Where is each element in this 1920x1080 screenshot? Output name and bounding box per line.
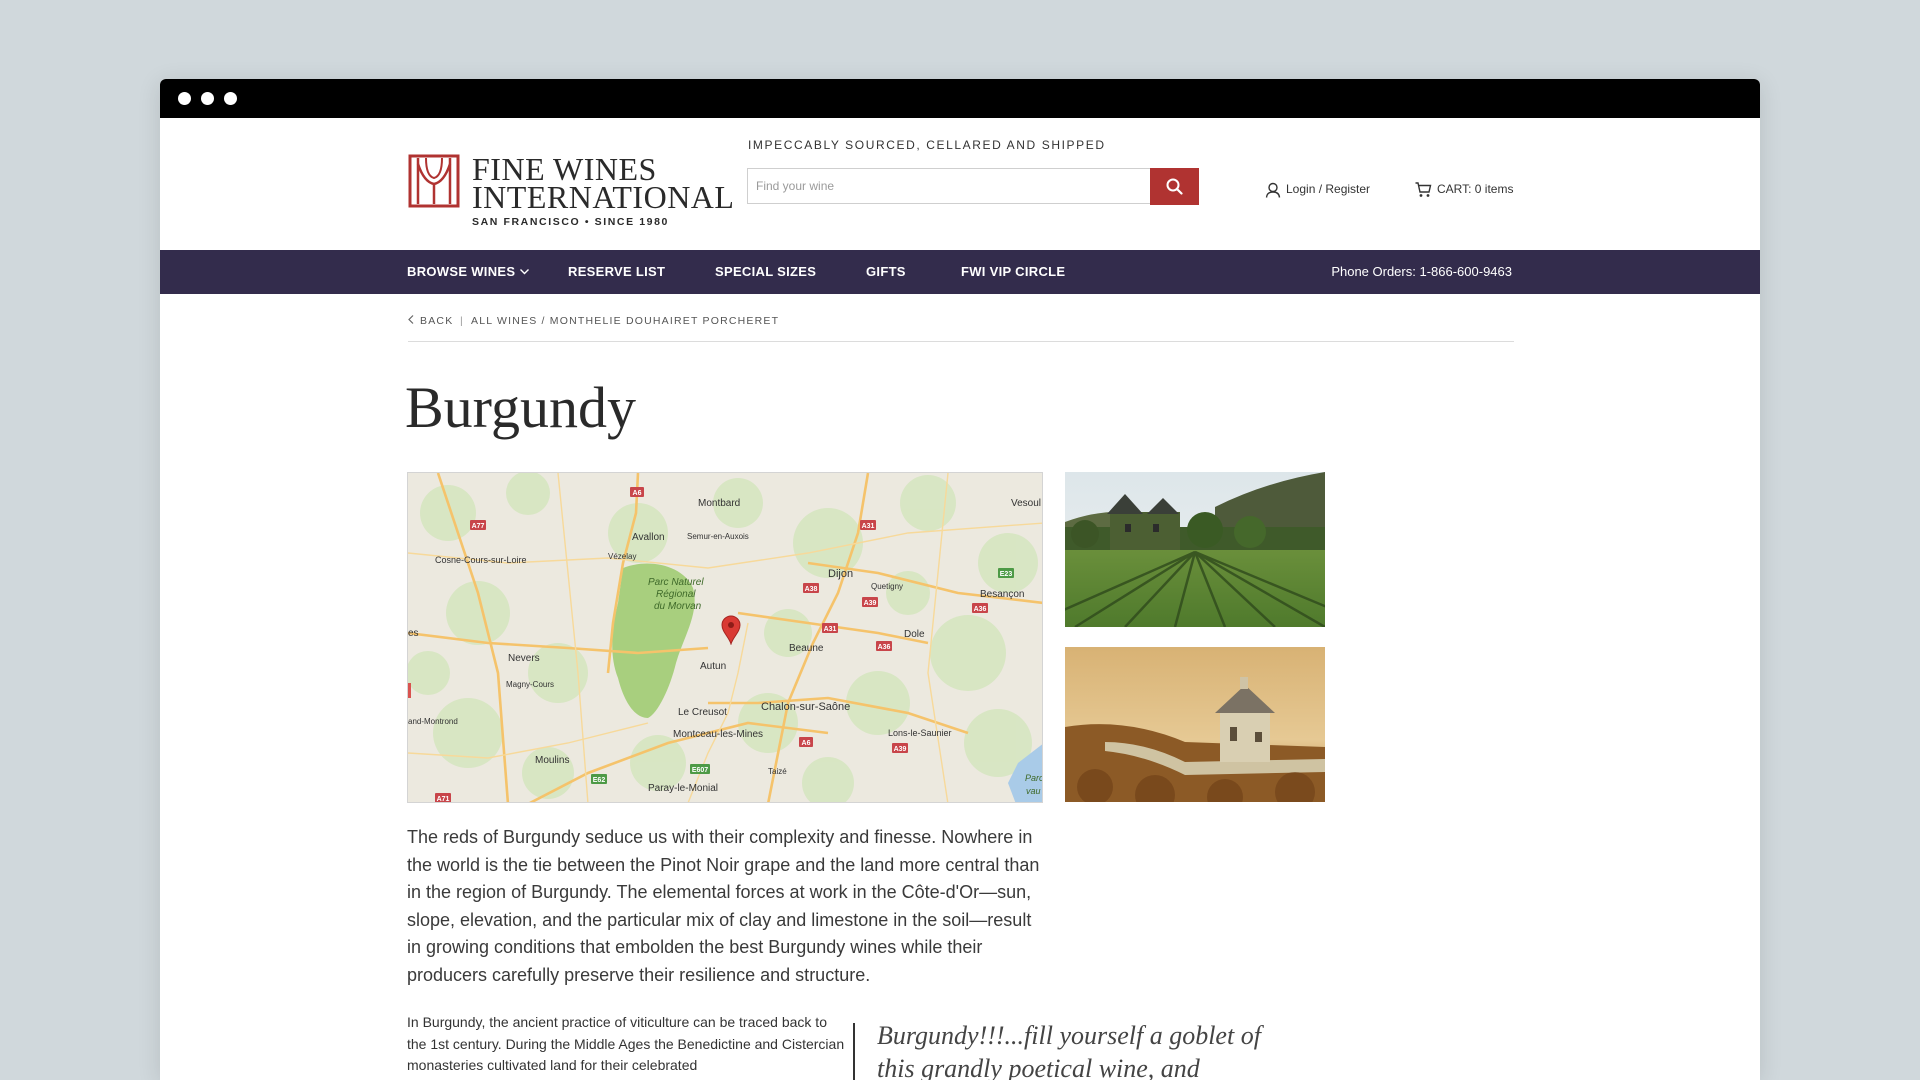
svg-text:du Morvan: du Morvan <box>654 601 702 612</box>
map-marker-icon[interactable] <box>721 615 741 645</box>
breadcrumb-separator: | <box>460 315 464 327</box>
nav-reserve-list[interactable]: RESERVE LIST <box>568 250 665 294</box>
svg-text:Autun: Autun <box>700 661 726 672</box>
window-maximize-dot[interactable] <box>224 92 237 105</box>
history-paragraph: In Burgundy, the ancient practice of vit… <box>407 1014 845 1073</box>
cart-label: CART: 0 items <box>1437 182 1514 196</box>
breadcrumb: BACK | ALL WINES / MONTHELIE DOUHAIRET P… <box>408 315 1514 342</box>
search-input[interactable] <box>747 168 1151 204</box>
svg-text:A6: A6 <box>802 740 811 747</box>
svg-text:Moulins: Moulins <box>535 755 569 766</box>
nav-browse-wines[interactable]: BROWSE WINES <box>407 250 530 294</box>
svg-text:Vesoul: Vesoul <box>1011 498 1041 509</box>
breadcrumb-back-label: BACK <box>420 315 454 327</box>
svg-text:A77: A77 <box>472 523 485 530</box>
window-minimize-dot[interactable] <box>201 92 214 105</box>
svg-text:Nevers: Nevers <box>508 653 540 664</box>
svg-text:A39: A39 <box>864 600 877 607</box>
svg-text:vau: vau <box>1026 786 1041 796</box>
svg-text:A38: A38 <box>805 586 818 593</box>
search-button[interactable] <box>1150 168 1199 205</box>
quote-rule <box>853 1023 855 1080</box>
logo-mark-icon <box>408 154 460 208</box>
region-map[interactable]: A6 A77 A31 E23 A38 A39 A36 A31 A36 A6 A3… <box>407 472 1043 803</box>
svg-text:Montceau-les-Mines: Montceau-les-Mines <box>673 729 763 740</box>
svg-text:es: es <box>408 628 419 639</box>
main-nav: BROWSE WINES RESERVE LIST SPECIAL SIZES … <box>160 250 1760 294</box>
svg-text:E23: E23 <box>1000 571 1013 578</box>
svg-text:Régional: Régional <box>656 589 696 600</box>
login-register-label: Login / Register <box>1286 182 1371 196</box>
chevron-left-icon <box>408 315 414 324</box>
svg-text:Besançon: Besançon <box>980 589 1024 600</box>
browser-titlebar <box>160 79 1760 118</box>
svg-text:A39: A39 <box>894 746 907 753</box>
browser-window: FINE WINES INTERNATIONAL SAN FRANCISCO •… <box>160 79 1760 1080</box>
svg-text:Taizé: Taizé <box>768 767 787 776</box>
svg-text:Parc: Parc <box>1025 773 1043 783</box>
pull-quote: Burgundy!!!...fill yourself a goblet of … <box>877 1021 1261 1080</box>
svg-text:A31: A31 <box>824 626 837 633</box>
svg-text:Dijon: Dijon <box>828 568 853 580</box>
svg-text:Semur-en-Auxois: Semur-en-Auxois <box>687 532 749 541</box>
breadcrumb-back[interactable]: BACK <box>408 315 453 327</box>
svg-text:A6: A6 <box>633 490 642 497</box>
cart-icon <box>1415 182 1432 197</box>
site-logo[interactable]: FINE WINES INTERNATIONAL SAN FRANCISCO •… <box>408 153 734 228</box>
logo-text-line2: INTERNATIONAL <box>472 179 735 215</box>
svg-text:A36: A36 <box>878 644 891 651</box>
window-close-dot[interactable] <box>178 92 191 105</box>
nav-browse-wines-label: BROWSE WINES <box>407 264 516 279</box>
svg-text:and-Montrond: and-Montrond <box>408 717 458 726</box>
phone-orders: Phone Orders: 1-866-600-9463 <box>1331 264 1512 279</box>
svg-text:Beaune: Beaune <box>789 643 824 654</box>
user-icon <box>1265 182 1281 198</box>
svg-text:Vézelay: Vézelay <box>608 552 636 561</box>
svg-text:Le Creusot: Le Creusot <box>678 707 727 718</box>
page-title: Burgundy <box>405 375 636 440</box>
svg-text:A36: A36 <box>974 606 987 613</box>
svg-text:Avallon: Avallon <box>632 532 665 543</box>
svg-text:A31: A31 <box>862 523 875 530</box>
chevron-down-icon <box>520 269 530 275</box>
chateau-vineyard-image <box>1065 472 1325 627</box>
nav-fwi-vip-circle[interactable]: FWI VIP CIRCLE <box>961 250 1065 294</box>
logo-subline: SAN FRANCISCO • SINCE 1980 <box>472 216 669 228</box>
svg-text:Paray-le-Monial: Paray-le-Monial <box>648 783 718 794</box>
svg-text:Parc Naturel: Parc Naturel <box>648 577 704 588</box>
svg-text:Lons-le-Saunier: Lons-le-Saunier <box>888 728 952 738</box>
breadcrumb-path[interactable]: ALL WINES / MONTHELIE DOUHAIRET PORCHERE… <box>471 315 779 327</box>
svg-text:Montbard: Montbard <box>698 498 740 509</box>
svg-text:E607: E607 <box>692 767 708 774</box>
search-icon <box>1166 178 1183 195</box>
nav-special-sizes[interactable]: SPECIAL SIZES <box>715 250 816 294</box>
svg-text:Cosne-Cours-sur-Loire: Cosne-Cours-sur-Loire <box>435 555 527 565</box>
intro-paragraph: The reds of Burgundy seduce us with thei… <box>407 827 1040 985</box>
svg-text:Quetigny: Quetigny <box>871 582 903 591</box>
clos-chapel-image <box>1065 647 1325 802</box>
svg-text:Dole: Dole <box>904 629 925 640</box>
chateau-vineyard-photo <box>1065 472 1325 627</box>
svg-text:A71: A71 <box>437 796 450 803</box>
clos-chapel-photo <box>1065 647 1325 802</box>
header-tagline: IMPECCABLY SOURCED, CELLARED AND SHIPPED <box>748 138 1106 152</box>
svg-text:Chalon-sur-Saône: Chalon-sur-Saône <box>761 701 850 713</box>
svg-text:E62: E62 <box>593 777 606 784</box>
svg-text:Magny-Cours: Magny-Cours <box>506 680 554 689</box>
nav-gifts[interactable]: GIFTS <box>866 250 906 294</box>
